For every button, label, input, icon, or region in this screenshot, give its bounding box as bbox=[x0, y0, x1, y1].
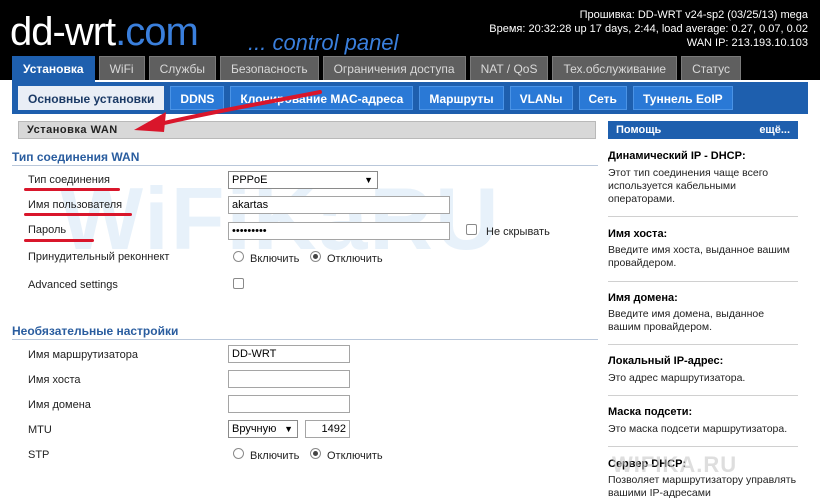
tab-wifi[interactable]: WiFi bbox=[98, 56, 145, 80]
conn-type-select[interactable]: PPPoE ▼ bbox=[228, 171, 378, 189]
chevron-down-icon: ▼ bbox=[364, 175, 373, 185]
subtab-routing[interactable]: Маршруты bbox=[419, 86, 504, 110]
firmware-version: Прошивка: DD-WRT v24-sp2 (03/25/13) mega bbox=[579, 9, 808, 21]
username-label: Имя пользователя bbox=[28, 199, 123, 211]
help-more-link[interactable]: ещё... bbox=[759, 121, 790, 139]
help-divider bbox=[608, 395, 798, 396]
stp-disable-label: Отключить bbox=[327, 450, 383, 462]
router-name-label: Имя маршрутизатора bbox=[28, 349, 138, 361]
help-divider bbox=[608, 216, 798, 217]
highlight-underline bbox=[24, 213, 132, 216]
tab-access-restrictions[interactable]: Ограничения доступа bbox=[322, 56, 466, 80]
tagline: ... control panel bbox=[248, 30, 399, 55]
unmask-label: Не скрывать bbox=[486, 226, 550, 238]
password-input[interactable]: ••••••••• bbox=[228, 222, 450, 240]
reconnect-disable-radio[interactable] bbox=[310, 251, 321, 262]
help-item-text: Этот тип соединения чаще всего используе… bbox=[608, 167, 769, 205]
subtab-vlans[interactable]: VLANы bbox=[509, 86, 573, 110]
subtab-networking[interactable]: Сеть bbox=[578, 86, 627, 110]
router-name-input[interactable]: DD-WRT bbox=[228, 345, 350, 363]
group-divider bbox=[12, 165, 598, 166]
help-item-title: Имя хоста: bbox=[608, 228, 668, 240]
help-divider bbox=[608, 281, 798, 282]
advanced-label: Advanced settings bbox=[28, 279, 118, 291]
conn-type-label: Тип соединения bbox=[28, 174, 110, 186]
reconnect-label: Принудительный реконнект bbox=[28, 251, 170, 263]
mtu-mode-select[interactable]: Вручную ▼ bbox=[228, 420, 298, 438]
tab-setup[interactable]: Установка bbox=[12, 56, 95, 82]
wan-ip: WAN IP: 213.193.10.103 bbox=[686, 37, 808, 49]
stp-enable-radio[interactable] bbox=[233, 448, 244, 459]
tab-administration[interactable]: Тех.обслуживание bbox=[552, 56, 678, 80]
help-item-title: Маска подсети: bbox=[608, 406, 693, 418]
mtu-input[interactable]: 1492 bbox=[305, 420, 350, 438]
highlight-underline bbox=[24, 239, 94, 242]
tab-nat-qos[interactable]: NAT / QoS bbox=[469, 56, 549, 80]
advanced-checkbox[interactable] bbox=[233, 278, 244, 289]
help-item-title: Динамический IP - DHCP: bbox=[608, 150, 746, 162]
tab-status[interactable]: Статус bbox=[681, 56, 742, 80]
mtu-label: MTU bbox=[28, 424, 52, 436]
ddwrt-logo: dd-wrt.com bbox=[10, 10, 199, 54]
tab-security[interactable]: Безопасность bbox=[220, 56, 319, 80]
reconnect-disable-label: Отключить bbox=[327, 253, 383, 265]
stp-enable-label: Включить bbox=[250, 450, 300, 462]
help-item-title: Локальный IP-адрес: bbox=[608, 355, 724, 367]
username-input[interactable]: akartas bbox=[228, 196, 450, 214]
help-item-text: Это маска подсети маршрутизатора. bbox=[608, 423, 788, 435]
domain-input[interactable] bbox=[228, 395, 350, 413]
optional-group-title: Необязательные настройки bbox=[12, 324, 179, 338]
stp-label: STP bbox=[28, 449, 50, 461]
help-divider bbox=[608, 344, 798, 345]
corner-watermark: WIFIKA.RU bbox=[612, 452, 738, 477]
help-item-text: Это адрес маршрутизатора. bbox=[608, 372, 746, 384]
hostname-input[interactable] bbox=[228, 370, 350, 388]
wan-group-title: Тип соединения WAN bbox=[12, 150, 140, 164]
subtab-eoip-tunnel[interactable]: Туннель EoIP bbox=[632, 86, 733, 110]
main-tabs: Установка WiFi Службы Безопасность Огран… bbox=[12, 56, 745, 82]
highlight-underline bbox=[24, 188, 120, 191]
reconnect-enable-label: Включить bbox=[250, 253, 300, 265]
tab-services[interactable]: Службы bbox=[148, 56, 217, 80]
help-item-text: Введите имя хоста, выданное вашим провай… bbox=[608, 244, 790, 269]
help-item-text: Введите имя домена, выданное вашим прова… bbox=[608, 308, 765, 333]
group-divider bbox=[12, 339, 598, 340]
uptime: Время: 20:32:28 up 17 days, 2:44, load a… bbox=[489, 23, 808, 35]
reconnect-enable-radio[interactable] bbox=[233, 251, 244, 262]
red-arrow-annotation bbox=[134, 90, 322, 132]
unmask-checkbox[interactable] bbox=[466, 224, 477, 235]
help-divider bbox=[608, 446, 798, 447]
domain-label: Имя домена bbox=[28, 399, 91, 411]
chevron-down-icon: ▼ bbox=[284, 424, 293, 434]
help-header: Помощь ещё... bbox=[608, 121, 798, 139]
hostname-label: Имя хоста bbox=[28, 374, 81, 386]
help-item-title: Имя домена: bbox=[608, 292, 678, 304]
system-info: Прошивка: DD-WRT v24-sp2 (03/25/13) mega… bbox=[489, 8, 808, 50]
password-label: Пароль bbox=[28, 224, 67, 236]
help-title: Помощь bbox=[616, 124, 662, 136]
stp-disable-radio[interactable] bbox=[310, 448, 321, 459]
